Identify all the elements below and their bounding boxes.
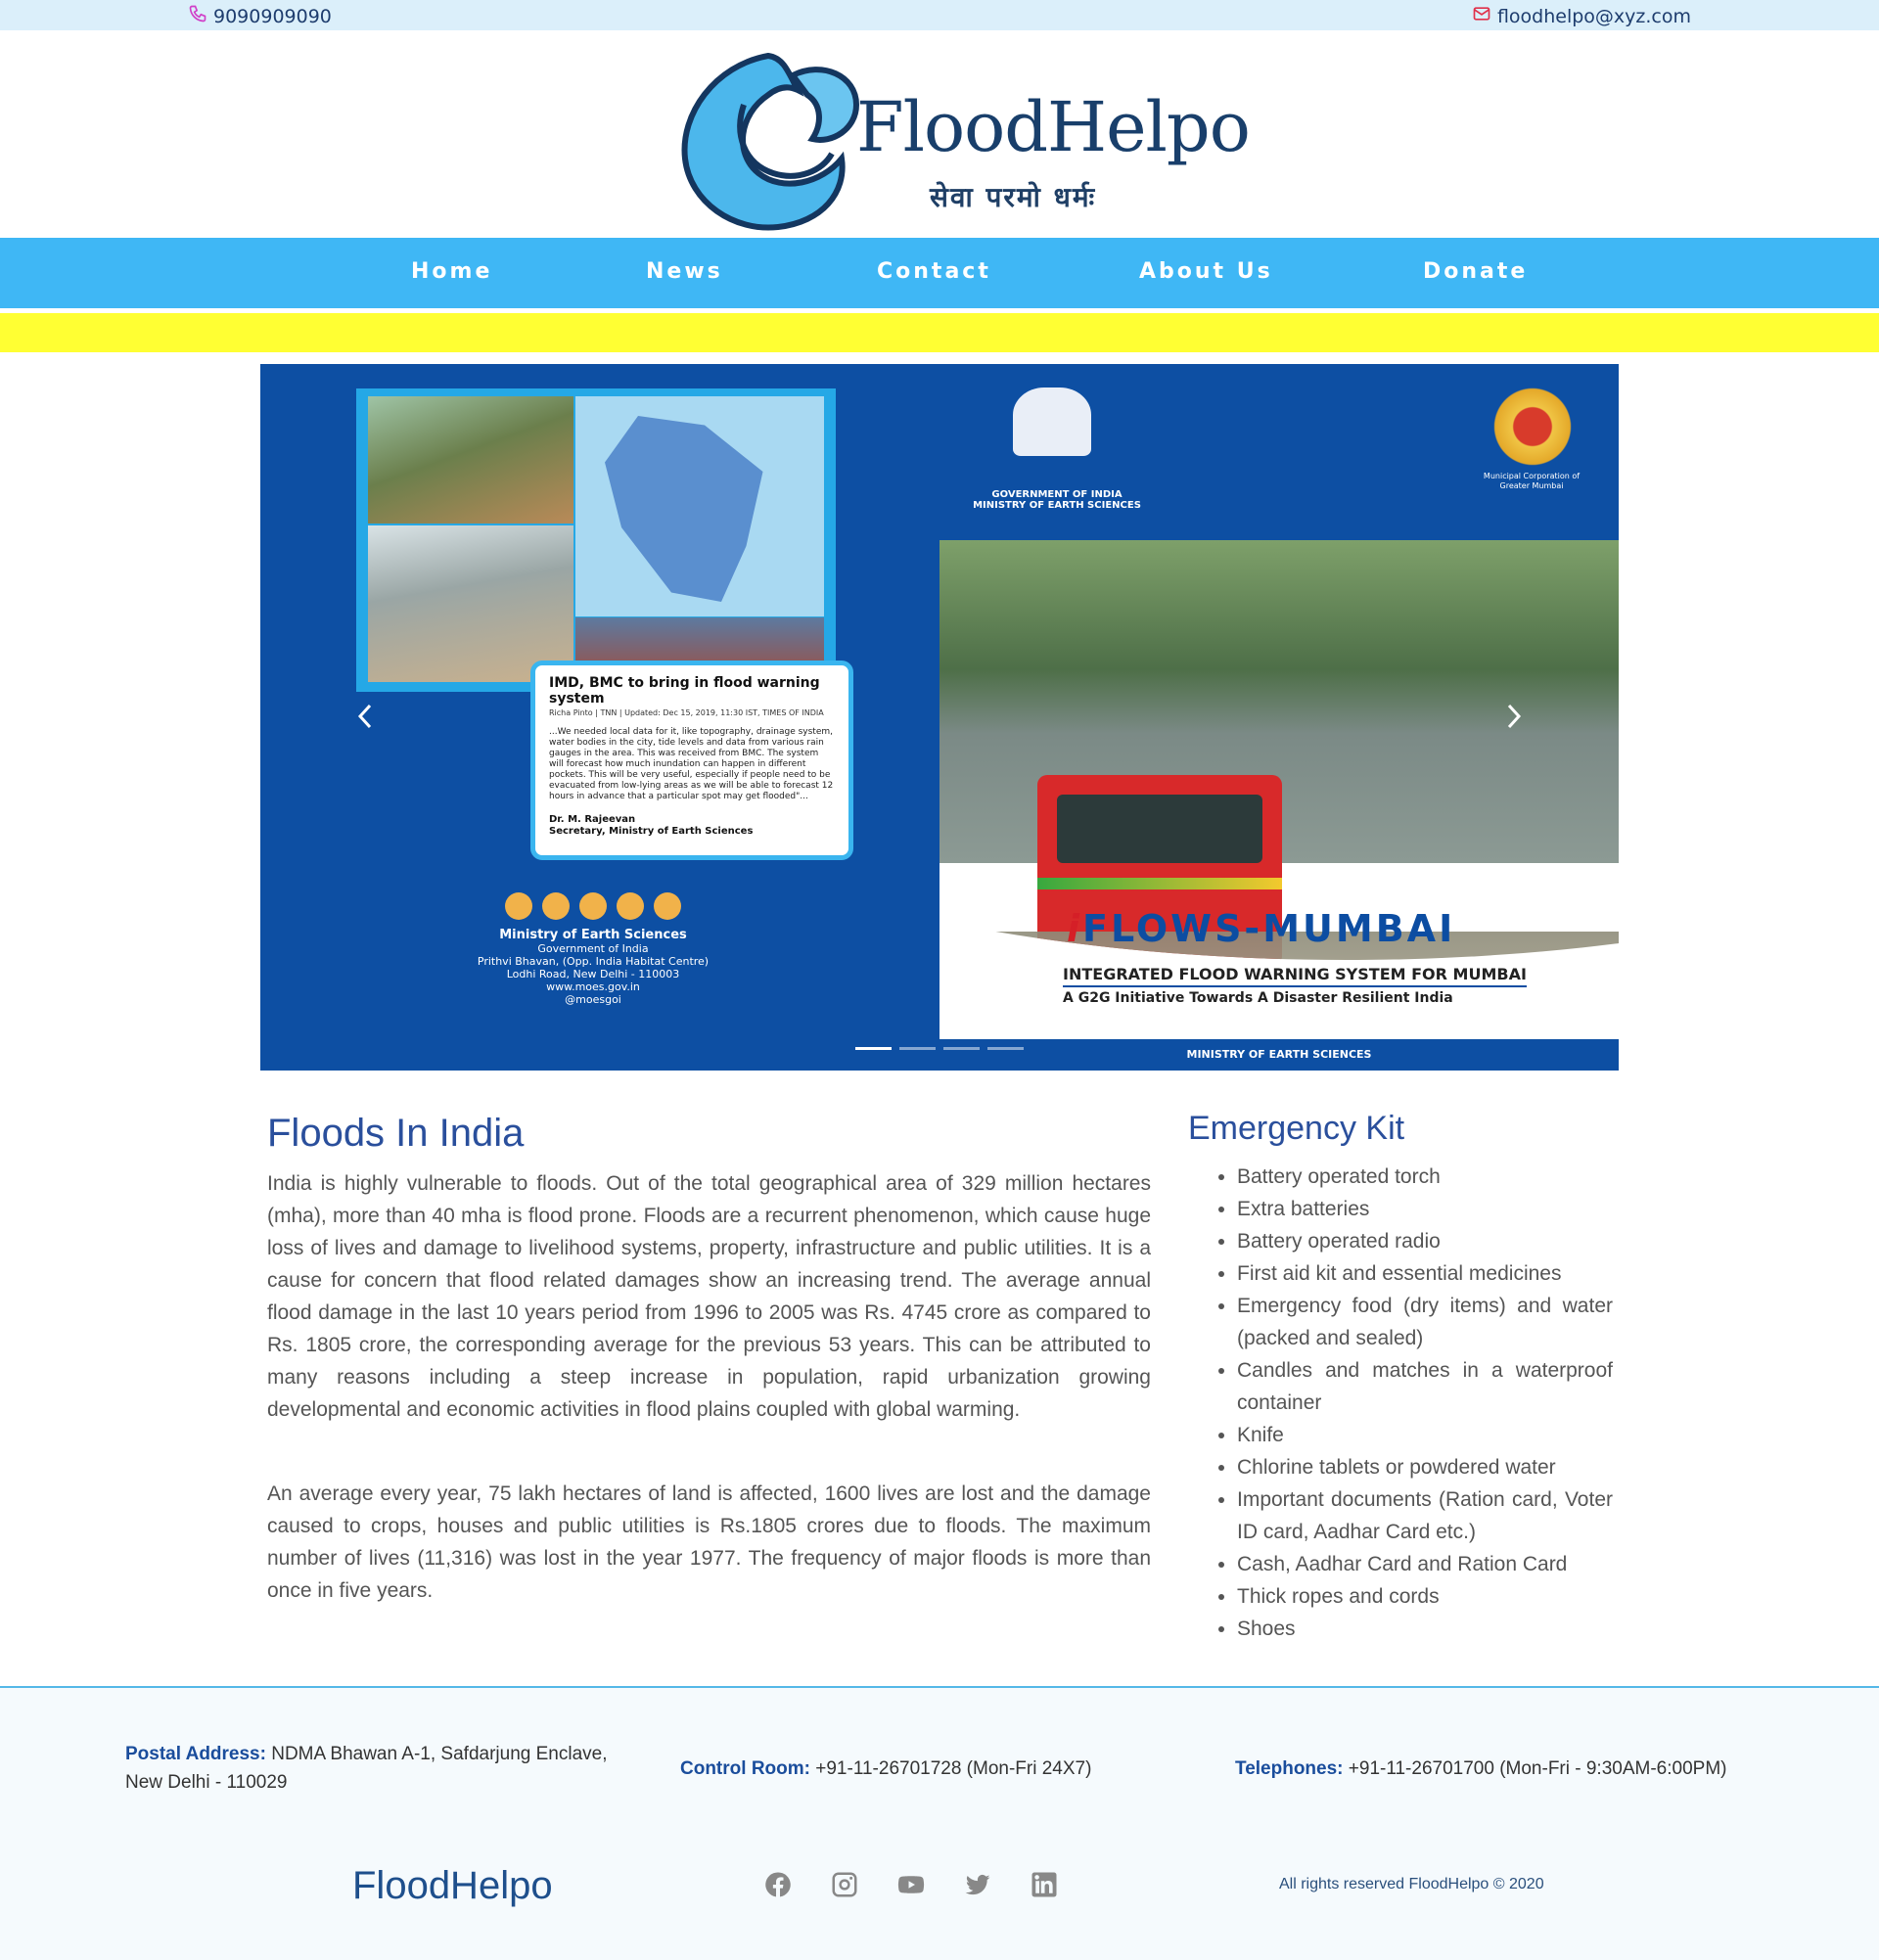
carousel-indicator[interactable] xyxy=(899,1047,936,1050)
email-address: floodhelpo@xyz.com xyxy=(1496,5,1691,27)
list-item: Chlorine tablets or powdered water xyxy=(1237,1451,1613,1483)
nav-about-us[interactable]: About Us xyxy=(1139,259,1273,284)
list-item: First aid kit and essential medicines xyxy=(1237,1257,1613,1290)
bmc-text: Municipal Corporation of Greater Mumbai xyxy=(1483,472,1581,490)
instagram-icon[interactable] xyxy=(830,1870,859,1899)
list-item: Shoes xyxy=(1237,1613,1613,1645)
list-item: Emergency food (dry items) and water (pa… xyxy=(1237,1290,1613,1354)
collage-photo xyxy=(368,396,573,524)
moes-name: Ministry of Earth Sciences xyxy=(499,928,687,942)
moes-social: @moesgoi xyxy=(565,993,621,1006)
site-header: FloodHelpo सेवा परमो धर्मः xyxy=(0,30,1879,238)
carousel-indicator[interactable] xyxy=(855,1047,892,1050)
chevron-right-icon xyxy=(1507,704,1522,729)
carousel-indicator[interactable] xyxy=(943,1047,980,1050)
wave-logo-icon xyxy=(681,52,860,231)
news-sign-role: Secretary, Ministry of Earth Sciences xyxy=(549,826,754,837)
telephones: Telephones: +91-11-26701700 (Mon-Fri - 9… xyxy=(1235,1758,1727,1779)
moes-line: Government of India xyxy=(537,942,649,955)
incois-logo-icon xyxy=(617,892,644,920)
social-links xyxy=(763,1870,1059,1899)
iflows-subtitle: INTEGRATED FLOOD WARNING SYSTEM FOR MUMB… xyxy=(1063,965,1527,987)
linkedin-icon[interactable] xyxy=(1030,1870,1059,1899)
news-clipping-meta: Richa Pinto | TNN | Updated: Dec 15, 201… xyxy=(549,708,824,717)
photo-collage xyxy=(356,388,836,692)
list-item: Cash, Aadhar Card and Ration Card xyxy=(1237,1548,1613,1580)
twitter-icon[interactable] xyxy=(963,1870,992,1899)
facebook-icon[interactable] xyxy=(763,1870,793,1899)
youtube-icon[interactable] xyxy=(896,1870,926,1899)
list-item: Important documents (Ration card, Voter … xyxy=(1237,1483,1613,1548)
list-item: Knife xyxy=(1237,1419,1613,1451)
emergency-kit-list: Battery operated torch Extra batteries B… xyxy=(1237,1161,1613,1645)
carousel-prev-button[interactable] xyxy=(350,697,380,736)
nav-news[interactable]: News xyxy=(646,259,723,284)
main-nav: Home News Contact About Us Donate xyxy=(0,238,1879,308)
news-clipping-title: IMD, BMC to bring in flood warning syste… xyxy=(549,675,820,707)
chevron-left-icon xyxy=(357,704,372,729)
announcement-band xyxy=(0,313,1879,352)
nccr-logo-icon xyxy=(505,892,532,920)
list-item: Battery operated torch xyxy=(1237,1161,1613,1193)
moes-logos xyxy=(446,892,740,920)
news-sign-name: Dr. M. Rajeevan xyxy=(549,814,636,825)
top-bar: 9090909090 floodhelpo@xyz.com xyxy=(0,0,1879,30)
moes-address-block: Ministry of Earth Sciences Government of… xyxy=(446,892,740,1006)
control-room: Control Room: +91-11-26701728 (Mon-Fri 2… xyxy=(680,1758,1092,1779)
mumbai-map-image xyxy=(575,396,824,616)
list-item: Extra batteries xyxy=(1237,1193,1613,1225)
poster-header: GOVERNMENT OF INDIA MINISTRY OF EARTH SC… xyxy=(940,364,1619,550)
nav-donate[interactable]: Donate xyxy=(1423,259,1528,284)
moes-line: Prithvi Bhavan, (Opp. India Habitat Cent… xyxy=(477,955,710,968)
carousel-indicators xyxy=(855,1047,1024,1050)
iflows-tagline: A G2G Initiative Towards A Disaster Resi… xyxy=(1063,990,1453,1006)
carousel-indicator[interactable] xyxy=(987,1047,1024,1050)
email-contact[interactable]: floodhelpo@xyz.com xyxy=(1472,4,1691,28)
bmc-emblem-icon xyxy=(1484,387,1581,466)
list-item: Candles and matches in a waterproof cont… xyxy=(1237,1354,1613,1419)
nav-contact[interactable]: Contact xyxy=(877,259,991,284)
news-clipping: IMD, BMC to bring in flood warning syste… xyxy=(530,661,853,860)
postal-address: Postal Address: NDMA Bhawan A-1, Safdarj… xyxy=(125,1744,608,1793)
emblem-logo-icon xyxy=(579,892,607,920)
site-logo[interactable]: FloodHelpo सेवा परमो धर्मः xyxy=(675,46,1251,232)
moes-line: Lodhi Road, New Delhi - 110003 xyxy=(506,968,680,980)
phone-contact[interactable]: 9090909090 xyxy=(188,4,332,28)
ashoka-emblem-icon xyxy=(1013,387,1091,456)
news-clipping-sign: Dr. M. Rajeevan Secretary, Ministry of E… xyxy=(549,814,835,838)
floods-paragraph: An average every year, 75 lakh hectares … xyxy=(267,1482,1151,1602)
logo-brand-text: FloodHelpo xyxy=(856,87,1251,167)
floods-paragraph: India is highly vulnerable to floods. Ou… xyxy=(267,1172,1151,1421)
site-footer: Postal Address: NDMA Bhawan A-1, Safdarj… xyxy=(0,1688,1879,1960)
phone-icon xyxy=(188,4,207,28)
news-clipping-body: ...We needed local data for it, like top… xyxy=(549,727,834,801)
poster-footer: MINISTRY OF EARTH SCIENCES xyxy=(940,1039,1619,1071)
ncmrwf-logo-icon xyxy=(654,892,681,920)
phone-number: 9090909090 xyxy=(213,5,332,27)
collage-photo xyxy=(368,525,573,682)
floods-heading: Floods In India xyxy=(267,1112,525,1155)
list-item: Thick ropes and cords xyxy=(1237,1580,1613,1613)
emergency-kit-heading: Emergency Kit xyxy=(1188,1110,1405,1147)
image-carousel[interactable]: IMD, BMC to bring in flood warning syste… xyxy=(260,364,1619,1071)
footer-brand[interactable]: FloodHelpo xyxy=(352,1864,553,1908)
copyright-text: All rights reserved FloodHelpo © 2020 xyxy=(1279,1876,1544,1892)
gov-text: GOVERNMENT OF INDIA MINISTRY OF EARTH SC… xyxy=(973,489,1141,511)
carousel-next-button[interactable] xyxy=(1499,697,1529,736)
imd-logo-icon xyxy=(542,892,570,920)
list-item: Battery operated radio xyxy=(1237,1225,1613,1257)
moes-website: www.moes.gov.in xyxy=(546,980,640,993)
logo-tagline: सेवा परमो धर्मः xyxy=(930,181,1097,213)
iflows-title: iFLOWS-MUMBAI xyxy=(1067,907,1456,950)
mail-icon xyxy=(1472,4,1491,28)
nav-home[interactable]: Home xyxy=(411,259,492,284)
